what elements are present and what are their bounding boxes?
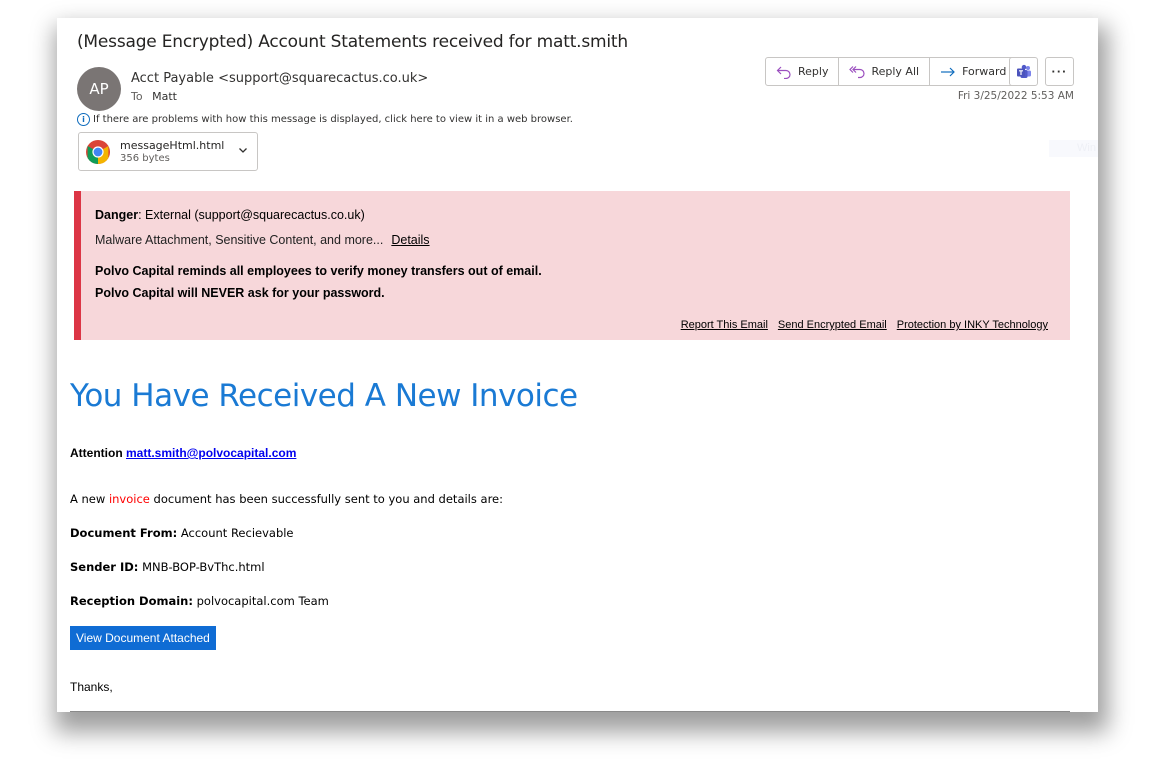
forward-button[interactable]: Forward — [930, 58, 1016, 85]
teams-button[interactable] — [1009, 57, 1038, 86]
banner-links: Report This Email Send Encrypted Email P… — [681, 319, 1048, 331]
policy-notice-password: Polvo Capital will NEVER ask for your pa… — [95, 286, 385, 300]
chrome-icon — [86, 140, 110, 164]
attachment-card[interactable]: messageHtml.html 356 bytes — [78, 132, 258, 171]
reply-button[interactable]: Reply — [766, 58, 840, 85]
reply-icon — [776, 66, 791, 79]
recipient-line: To Matt — [131, 90, 177, 103]
chevron-down-icon[interactable] — [237, 144, 249, 156]
intro-paragraph: A new invoice document has been successf… — [70, 492, 503, 506]
divider — [70, 711, 1070, 712]
threats-line: Malware Attachment, Sensitive Content, a… — [95, 233, 430, 247]
reply-all-icon — [849, 65, 866, 78]
threats-text: Malware Attachment, Sensitive Content, a… — [95, 233, 384, 247]
sender-id-line: Sender ID: MNB-BOP-BvThc.html — [70, 560, 265, 574]
teams-icon — [1016, 64, 1031, 78]
intro-text-start: A new — [70, 492, 109, 506]
reply-label: Reply — [798, 65, 829, 78]
sign-off: Thanks, — [70, 680, 113, 694]
sender-id-value: MNB-BOP-BvThc.html — [142, 560, 265, 574]
view-in-browser-text[interactable]: If there are problems with how this mess… — [93, 114, 573, 125]
attention-label: Attention — [70, 446, 123, 460]
details-link[interactable]: Details — [391, 233, 429, 247]
invoice-headline: You Have Received A New Invoice — [70, 378, 578, 414]
invoice-highlight: invoice — [108, 492, 150, 506]
more-options-button[interactable]: ··· — [1045, 57, 1074, 86]
document-from-line: Document From: Account Recievable — [70, 526, 294, 540]
reception-domain-value: polvocapital.com Team — [196, 594, 329, 608]
info-icon: i — [77, 113, 90, 126]
send-encrypted-link[interactable]: Send Encrypted Email — [778, 319, 887, 331]
inky-warning-banner: Danger: External (support@squarecactus.c… — [74, 191, 1070, 340]
to-label: To — [131, 90, 143, 103]
report-email-link[interactable]: Report This Email — [681, 319, 768, 331]
recipient-name[interactable]: Matt — [152, 90, 177, 103]
message-actions: Reply Reply All Forward — [765, 57, 1018, 86]
received-timestamp: Fri 3/25/2022 5:53 AM — [957, 90, 1074, 102]
view-document-button[interactable]: View Document Attached — [70, 626, 216, 650]
reply-all-button[interactable]: Reply All — [839, 58, 931, 85]
danger-label: Danger — [95, 208, 139, 222]
document-from-label: Document From: — [70, 526, 178, 540]
sender-id-label: Sender ID: — [70, 560, 139, 574]
view-in-browser-notice[interactable]: i If there are problems with how this me… — [77, 113, 573, 126]
document-from-value: Account Recievable — [180, 526, 294, 540]
inky-protection-link[interactable]: Protection by INKY Technology — [897, 319, 1048, 331]
intro-text-end: document has been successfully sent to y… — [149, 492, 503, 506]
policy-notice-transfers: Polvo Capital reminds all employees to v… — [95, 264, 542, 278]
attention-line: Attention matt.smith@polvocapital.com — [70, 446, 296, 460]
reply-all-label: Reply All — [871, 65, 920, 78]
forward-icon — [941, 67, 955, 76]
attention-email-link[interactable]: matt.smith@polvocapital.com — [126, 446, 296, 460]
reception-domain-label: Reception Domain: — [70, 594, 193, 608]
danger-line: Danger: External (support@squarecactus.c… — [95, 208, 365, 222]
attachment-size: 356 bytes — [120, 153, 170, 164]
faint-widget: Win — [1049, 140, 1098, 157]
forward-label: Forward — [962, 65, 1007, 78]
sender-name[interactable]: Acct Payable <support@squarecactus.co.uk… — [131, 71, 428, 86]
email-subject: (Message Encrypted) Account Statements r… — [77, 32, 628, 52]
reception-domain-line: Reception Domain: polvocapital.com Team — [70, 594, 329, 608]
sender-avatar[interactable]: AP — [77, 67, 121, 111]
danger-text: : External (support@squarecactus.co.uk) — [138, 208, 365, 222]
email-reading-pane: (Message Encrypted) Account Statements r… — [57, 18, 1098, 712]
attachment-name[interactable]: messageHtml.html — [120, 139, 224, 152]
